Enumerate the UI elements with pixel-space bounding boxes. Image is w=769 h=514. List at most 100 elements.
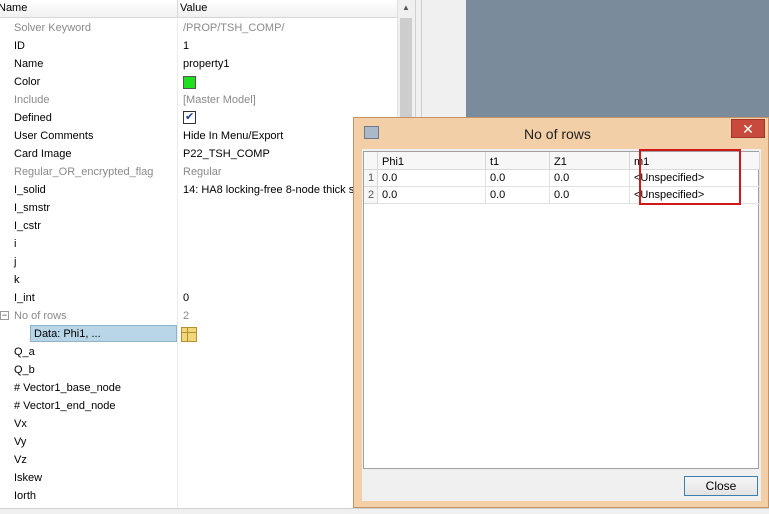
property-name: Regular_OR_encrypted_flag xyxy=(14,166,154,178)
grid-row[interactable]: Vz xyxy=(0,451,397,469)
property-name: Card Image xyxy=(14,148,72,160)
property-name: I_smstr xyxy=(14,202,51,214)
column-header[interactable]: Z1 xyxy=(550,152,630,170)
property-name: ID xyxy=(14,40,25,52)
row-index: 2 xyxy=(368,189,375,201)
grid-row[interactable]: I_smstr xyxy=(0,199,397,217)
cell-value: 0.0 xyxy=(490,189,506,201)
close-icon[interactable]: ✕ xyxy=(731,119,765,138)
grid-row[interactable]: ID 1 xyxy=(0,37,397,55)
column-header-label: Z1 xyxy=(554,156,567,168)
grid-row[interactable]: k xyxy=(0,271,397,289)
grid-row[interactable]: Card Image P22_TSH_COMP xyxy=(0,145,397,163)
collapse-icon[interactable]: − xyxy=(0,311,9,320)
data-table: Phi1 t1 Z1 m1 1 0.0 0.0 0.0 <Unspecified> 2 0.0 0.… xyxy=(363,149,760,469)
table-cell[interactable]: 0.0 xyxy=(550,187,630,204)
property-value[interactable]: /PROP/TSH_COMP/ xyxy=(183,22,284,34)
property-value[interactable]: 0 xyxy=(183,292,189,304)
property-value[interactable]: property1 xyxy=(183,58,229,70)
row-header[interactable]: 2 xyxy=(364,187,378,204)
property-value[interactable]: 1 xyxy=(183,40,189,52)
header-separator[interactable] xyxy=(177,0,178,17)
data-cell-label: Data: Phi1, ... xyxy=(34,328,101,340)
grid-row[interactable]: j xyxy=(0,253,397,271)
property-value[interactable]: 2 xyxy=(183,310,189,322)
data-cell[interactable]: Data: Phi1, ... xyxy=(30,325,177,342)
grid-row[interactable]: # Vector1_end_node xyxy=(0,397,397,415)
header-value[interactable]: Value xyxy=(180,2,207,14)
defined-checkbox[interactable] xyxy=(183,110,196,124)
grid-row[interactable]: Regular_OR_encrypted_flag Regular xyxy=(0,163,397,181)
grid-row[interactable]: I_solid 14: HA8 locking-free 8-node thick… xyxy=(0,181,397,199)
property-name: Defined xyxy=(14,112,52,124)
property-value[interactable]: Hide In Menu/Export xyxy=(183,130,283,142)
table-icon xyxy=(364,126,379,139)
graphics-viewport[interactable] xyxy=(466,0,769,118)
grid-row[interactable]: Q_a xyxy=(0,343,397,361)
property-value[interactable]: Regular xyxy=(183,166,222,178)
property-name: Vx xyxy=(14,418,27,430)
property-name: k xyxy=(14,274,20,286)
row-index: 1 xyxy=(368,172,375,184)
dialog-titlebar[interactable]: No of rows ✕ xyxy=(354,118,768,149)
grid-row[interactable]: − No of rows 2 xyxy=(0,307,397,325)
property-name: Iskew xyxy=(14,472,43,484)
property-name: User Comments xyxy=(14,130,94,142)
grid-row[interactable]: I_int 0 xyxy=(0,289,397,307)
corner-header[interactable] xyxy=(364,152,378,170)
column-header-label: Phi1 xyxy=(382,156,405,168)
grid-row[interactable]: Iskew xyxy=(0,469,397,487)
dialog-body: Phi1 t1 Z1 m1 1 0.0 0.0 0.0 <Unspecified> 2 0.0 0.… xyxy=(362,149,761,501)
grid-row[interactable]: # Vector1_base_node xyxy=(0,379,397,397)
property-value[interactable]: [Master Model] xyxy=(183,94,256,106)
table-editor-icon[interactable] xyxy=(181,327,197,342)
grid-row[interactable]: Vy xyxy=(0,433,397,451)
property-name: Q_a xyxy=(14,346,35,358)
property-name: Vz xyxy=(14,454,27,466)
bottom-bar xyxy=(0,508,769,514)
grid-row[interactable]: Q_b xyxy=(0,361,397,379)
dialog-title: No of rows xyxy=(524,126,591,142)
grid-row[interactable]: i xyxy=(0,235,397,253)
table-cell[interactable]: 0.0 xyxy=(486,170,550,187)
grid-row[interactable]: Name property1 xyxy=(0,55,397,73)
cell-value: 0.0 xyxy=(554,189,570,201)
scroll-up-icon[interactable]: ▲ xyxy=(402,3,410,12)
grid-row[interactable]: Data: Phi1, ... xyxy=(0,325,397,343)
property-name: Q_b xyxy=(14,364,35,376)
table-cell[interactable]: 0.0 xyxy=(378,187,486,204)
property-value[interactable]: 14: HA8 locking-free 8-node thick sh xyxy=(183,184,360,196)
grid-row[interactable]: Vx xyxy=(0,415,397,433)
property-name: Color xyxy=(14,76,41,88)
column-header[interactable]: t1 xyxy=(486,152,550,170)
table-cell[interactable]: 0.0 xyxy=(550,170,630,187)
grid-row[interactable]: I_cstr xyxy=(0,217,397,235)
row-header[interactable]: 1 xyxy=(364,170,378,187)
property-name: j xyxy=(14,256,17,268)
property-name: I_cstr xyxy=(14,220,41,232)
table-cell[interactable]: 0.0 xyxy=(486,187,550,204)
close-button[interactable]: Close xyxy=(684,476,758,496)
grid-row[interactable]: User Comments Hide In Menu/Export xyxy=(0,127,397,145)
property-name: # Vector1_end_node xyxy=(14,400,116,412)
header-name[interactable]: Name xyxy=(0,2,27,14)
color-swatch[interactable] xyxy=(183,76,196,89)
property-name: # Vector1_base_node xyxy=(14,382,122,394)
grid-row[interactable]: Defined xyxy=(0,109,397,127)
property-value[interactable]: P22_TSH_COMP xyxy=(183,148,270,160)
property-name: Name xyxy=(14,58,44,70)
grid-header: Name Value xyxy=(0,0,397,18)
grid-row[interactable]: Include [Master Model] xyxy=(0,91,397,109)
property-name: Include xyxy=(14,94,50,106)
grid-row[interactable]: Solver Keyword/PROP/TSH_COMP/ xyxy=(0,19,397,37)
column-header[interactable]: Phi1 xyxy=(378,152,486,170)
property-name: Vy xyxy=(14,436,27,448)
table-cell[interactable]: 0.0 xyxy=(378,170,486,187)
grid-row[interactable]: Color xyxy=(0,73,397,91)
no-of-rows-dialog: No of rows ✕ Phi1 t1 Z1 m1 1 0.0 0.0 0.0 <Unspe… xyxy=(353,117,769,508)
m1-column-highlight xyxy=(639,149,741,205)
grid-row[interactable]: Iorth xyxy=(0,487,397,505)
cell-value: 0.0 xyxy=(382,172,398,184)
cell-value: 0.0 xyxy=(490,172,506,184)
property-grid: Name Value Solver Keyword/PROP/TSH_COMP/… xyxy=(0,0,397,513)
